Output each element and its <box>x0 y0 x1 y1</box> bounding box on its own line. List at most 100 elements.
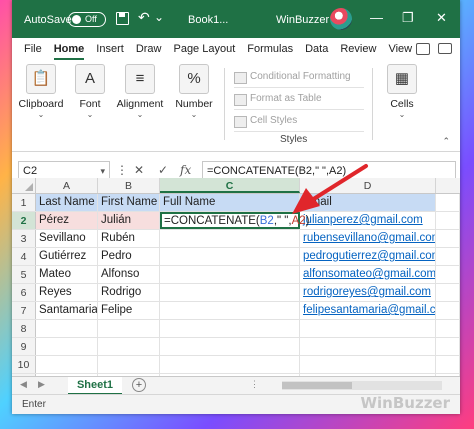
cell-a8[interactable] <box>36 320 98 337</box>
cell-d8[interactable] <box>300 320 436 337</box>
cell-b2[interactable]: Julián <box>98 212 160 229</box>
cell-c2-editing[interactable]: =CONCATENATE(B2," ",A2) <box>160 212 309 229</box>
row-header[interactable]: 5 <box>12 266 36 283</box>
cell-c1[interactable]: Full Name <box>160 194 300 211</box>
conditional-formatting-button[interactable]: Conditional Formatting <box>234 66 364 88</box>
sheet-tab-sheet1[interactable]: Sheet1 <box>68 377 122 395</box>
select-all-button[interactable] <box>12 178 36 193</box>
cell-e4[interactable] <box>436 248 460 265</box>
cell-d7[interactable]: felipesantamaria@gmail.com <box>300 302 436 319</box>
cell-d5[interactable]: alfonsomateo@gmail.com <box>300 266 436 283</box>
tab-review[interactable]: Review <box>334 38 382 60</box>
cell-a9[interactable] <box>36 338 98 355</box>
cell-b8[interactable] <box>98 320 160 337</box>
tab-formulas[interactable]: Formulas <box>241 38 299 60</box>
cell-c8[interactable] <box>160 320 300 337</box>
row-header[interactable]: 3 <box>12 230 36 247</box>
horizontal-scrollbar[interactable] <box>282 381 442 390</box>
cell-e6[interactable] <box>436 284 460 301</box>
cell-d10[interactable] <box>300 356 436 373</box>
cell-c5[interactable] <box>160 266 300 283</box>
cell-e10[interactable] <box>436 356 460 373</box>
alignment-group[interactable]: ≡ Alignment ⌄ <box>116 64 164 146</box>
cell-c4[interactable] <box>160 248 300 265</box>
cell-a4[interactable]: Gutiérrez <box>36 248 98 265</box>
row-header[interactable]: 10 <box>12 356 36 373</box>
cell-c9[interactable] <box>160 338 300 355</box>
next-sheet-icon[interactable]: ▶ <box>38 379 45 390</box>
tab-split-handle[interactable]: ⋮ <box>250 379 259 390</box>
scrollbar-thumb[interactable] <box>282 382 352 389</box>
cell-b5[interactable]: Alfonso <box>98 266 160 283</box>
row-header[interactable]: 1 <box>12 194 36 211</box>
cell-a6[interactable]: Reyes <box>36 284 98 301</box>
cell-a3[interactable]: Sevillano <box>36 230 98 247</box>
cell-a7[interactable]: Santamaria <box>36 302 98 319</box>
column-header-e[interactable] <box>436 178 460 193</box>
tab-draw[interactable]: Draw <box>130 38 168 60</box>
cell-e5[interactable] <box>436 266 460 283</box>
prev-sheet-icon[interactable]: ◀ <box>20 379 27 390</box>
row-header[interactable]: 4 <box>12 248 36 265</box>
cell-b6[interactable]: Rodrigo <box>98 284 160 301</box>
cell-d6[interactable]: rodrigoreyes@gmail.com <box>300 284 436 301</box>
row-header[interactable]: 8 <box>12 320 36 337</box>
autosave-toggle[interactable]: Off <box>68 12 106 27</box>
cell-b4[interactable]: Pedro <box>98 248 160 265</box>
cell-e1[interactable] <box>436 194 460 211</box>
cell-d9[interactable] <box>300 338 436 355</box>
tab-home[interactable]: Home <box>48 38 91 60</box>
share-icon[interactable] <box>416 43 430 55</box>
cell-b10[interactable] <box>98 356 160 373</box>
cell-c10[interactable] <box>160 356 300 373</box>
tab-page-layout[interactable]: Page Layout <box>167 38 241 60</box>
cell-d3[interactable]: rubensevillano@gmail.com <box>300 230 436 247</box>
cell-b3[interactable]: Rubén <box>98 230 160 247</box>
row-header[interactable]: 9 <box>12 338 36 355</box>
quick-access-more-icon[interactable]: ⌄ <box>154 10 164 24</box>
minimize-button[interactable]: — <box>370 10 383 25</box>
column-header-b[interactable]: B <box>98 178 160 193</box>
cell-c7[interactable] <box>160 302 300 319</box>
cell-b7[interactable]: Felipe <box>98 302 160 319</box>
cell-e9[interactable] <box>436 338 460 355</box>
font-group[interactable]: A Font ⌄ <box>72 64 108 146</box>
save-icon[interactable] <box>116 12 129 25</box>
add-sheet-button[interactable]: + <box>132 378 146 392</box>
restore-button[interactable]: ❐ <box>402 10 414 26</box>
cancel-entry-button[interactable]: ✕ <box>134 163 144 177</box>
avatar[interactable] <box>330 8 352 30</box>
more-options-icon[interactable]: ⋮ <box>116 163 128 177</box>
close-button[interactable]: ✕ <box>436 10 447 26</box>
cell-styles-button[interactable]: Cell Styles <box>234 110 364 132</box>
cell-e2[interactable] <box>436 212 460 229</box>
comment-icon[interactable] <box>438 43 452 54</box>
cell-b9[interactable] <box>98 338 160 355</box>
column-header-c[interactable]: C <box>160 178 300 193</box>
tab-data[interactable]: Data <box>299 38 334 60</box>
cell-a2[interactable]: Pérez <box>36 212 98 229</box>
cell-a1[interactable]: Last Name <box>36 194 98 211</box>
undo-icon[interactable]: ↶ <box>138 9 150 26</box>
tab-insert[interactable]: Insert <box>90 38 130 60</box>
number-group[interactable]: % Number ⌄ <box>172 64 216 146</box>
confirm-entry-button[interactable]: ✓ <box>158 163 168 177</box>
row-header[interactable]: 7 <box>12 302 36 319</box>
cell-a10[interactable] <box>36 356 98 373</box>
column-header-a[interactable]: A <box>36 178 98 193</box>
format-as-table-button[interactable]: Format as Table <box>234 88 364 110</box>
row-header[interactable]: 2 <box>12 212 36 229</box>
cells-group[interactable]: ▦ Cells ⌄ <box>382 64 422 146</box>
tab-view[interactable]: View <box>382 38 418 60</box>
cell-c3[interactable] <box>160 230 300 247</box>
insert-function-button[interactable]: fx <box>180 163 191 177</box>
cell-d4[interactable]: pedrogutierrez@gmail.com <box>300 248 436 265</box>
row-header[interactable]: 6 <box>12 284 36 301</box>
collapse-ribbon-icon[interactable]: ⌃ <box>442 136 450 147</box>
cell-e3[interactable] <box>436 230 460 247</box>
cell-e7[interactable] <box>436 302 460 319</box>
clipboard-group[interactable]: 📋 Clipboard ⌄ <box>18 64 64 146</box>
tab-file[interactable]: File <box>18 38 48 60</box>
cell-e8[interactable] <box>436 320 460 337</box>
cell-c6[interactable] <box>160 284 300 301</box>
